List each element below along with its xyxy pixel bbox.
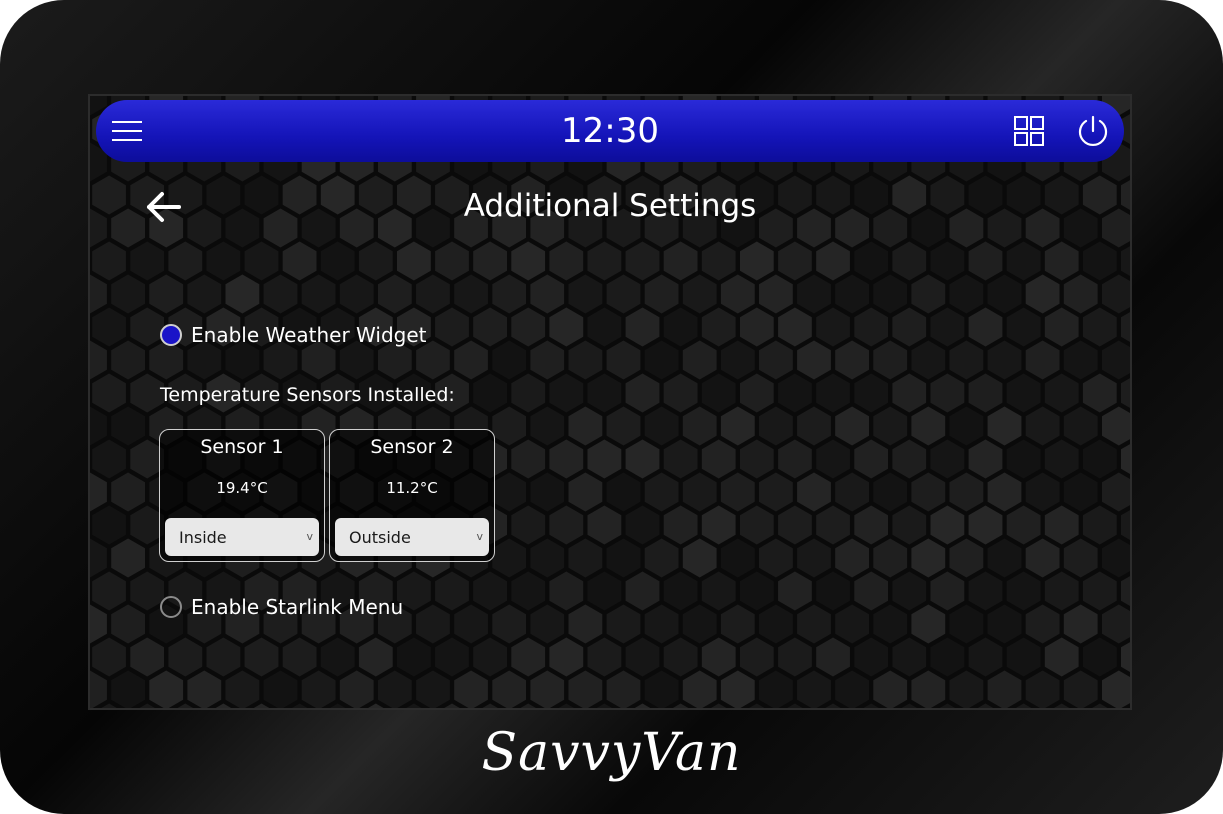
sensor-temperature: 11.2°C	[386, 479, 438, 497]
sensor-card-1: Sensor 1 19.4°C Inside v	[159, 429, 325, 562]
sensor-name: Sensor 2	[370, 436, 454, 458]
touch-screen: 12:30 Additional Settings Enable Weather…	[88, 94, 1132, 710]
page-title: Additional Settings	[463, 188, 757, 224]
sensor-location-value: Inside	[179, 528, 227, 547]
sensor-temperature: 19.4°C	[216, 479, 268, 497]
sensor-name: Sensor 1	[200, 436, 284, 458]
top-bar: 12:30	[96, 100, 1124, 162]
power-icon[interactable]	[1076, 114, 1110, 148]
sensor-location-select[interactable]: Outside v	[335, 518, 489, 556]
starlink-menu-toggle[interactable]: Enable Starlink Menu	[160, 592, 403, 622]
chevron-down-icon: v	[476, 530, 483, 543]
sensors-section-label: Temperature Sensors Installed:	[160, 384, 455, 406]
starlink-menu-radio[interactable]	[160, 596, 182, 618]
grid-icon[interactable]	[1014, 116, 1044, 146]
clock-time: 12:30	[561, 111, 659, 151]
weather-widget-toggle[interactable]: Enable Weather Widget	[160, 320, 426, 350]
chevron-down-icon: v	[306, 530, 313, 543]
sensor-card-2: Sensor 2 11.2°C Outside v	[329, 429, 495, 562]
brand-logo: SavvyVan	[481, 723, 742, 783]
starlink-menu-label: Enable Starlink Menu	[191, 595, 404, 619]
weather-widget-radio[interactable]	[160, 324, 182, 346]
sensor-location-value: Outside	[349, 528, 411, 547]
sensor-location-select[interactable]: Inside v	[165, 518, 319, 556]
device-frame: 12:30 Additional Settings Enable Weather…	[0, 0, 1223, 814]
weather-widget-label: Enable Weather Widget	[191, 323, 427, 347]
